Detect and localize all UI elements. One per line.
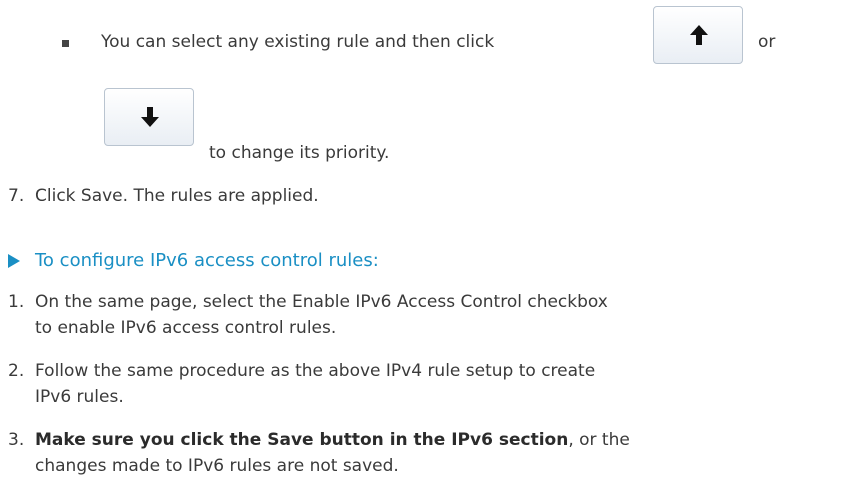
- arrow-up-icon: [690, 25, 708, 45]
- step3-bold-text: Make sure you click the Save button in t…: [35, 430, 569, 450]
- move-up-button[interactable]: [653, 6, 743, 64]
- step7-text: Click Save. The rules are applied.: [35, 186, 319, 206]
- step1-line1: On the same page, select the Enable IPv6…: [35, 292, 608, 312]
- step1-line2: to enable IPv6 access control rules.: [35, 318, 337, 338]
- step2-line1: Follow the same procedure as the above I…: [35, 361, 596, 381]
- triangle-bullet-icon: [8, 254, 20, 268]
- arrow-down-icon: [141, 107, 159, 127]
- step1-number: 1.: [8, 292, 25, 312]
- move-down-button[interactable]: [104, 88, 194, 146]
- section-heading: To configure IPv6 access control rules:: [35, 250, 379, 271]
- step7-number: 7.: [8, 186, 25, 206]
- bullet-text-after: to change its priority.: [209, 143, 390, 163]
- step3-line2: changes made to IPv6 rules are not saved…: [35, 456, 399, 476]
- bullet-text-or: or: [758, 32, 776, 52]
- step3-line1-rest: , or the: [568, 430, 630, 450]
- bullet-marker: [62, 40, 69, 47]
- bullet-text-before: You can select any existing rule and the…: [101, 32, 495, 52]
- step3-line1: Make sure you click the Save button in t…: [35, 430, 630, 450]
- step2-line2: IPv6 rules.: [35, 387, 124, 407]
- step3-number: 3.: [8, 430, 25, 450]
- step2-number: 2.: [8, 361, 25, 381]
